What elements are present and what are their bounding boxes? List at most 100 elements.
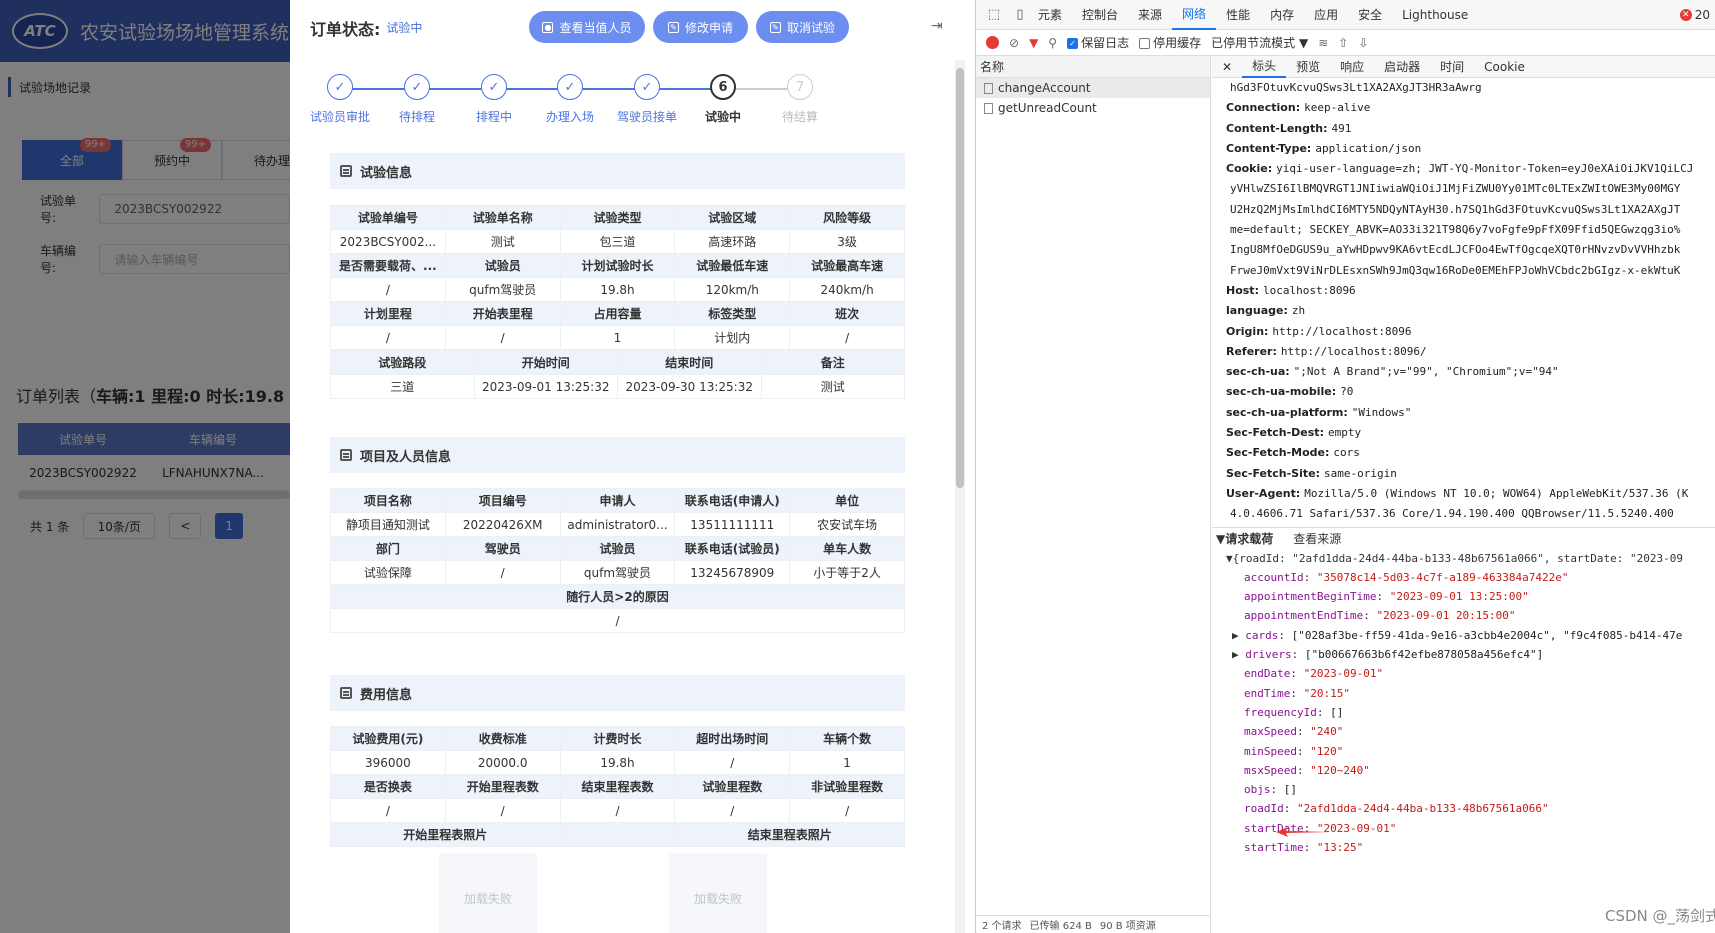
payload-root[interactable]: ▼{roadId: "2afd1dda-24d4-44ba-b133-48b67… <box>1212 549 1715 568</box>
tab-application[interactable]: 应用 <box>1304 0 1348 30</box>
name-column-header[interactable]: 名称 <box>976 56 1210 78</box>
colon: : <box>1278 628 1292 642</box>
start-odometer-photo[interactable]: 加载失败 <box>439 853 537 933</box>
header-value: ";Not A Brand";v="99", "Chromium";v="94" <box>1293 365 1559 379</box>
payload-field: roadId: "2afd1dda-24d4-44ba-b133-48b6756… <box>1212 799 1715 818</box>
td: 3级 <box>789 229 905 254</box>
section-title: 试验信息 <box>360 165 413 181</box>
th: 标签类型 <box>674 301 791 326</box>
view-staff-button[interactable]: ● 查看当值人员 <box>529 11 645 43</box>
th: 是否换表 <box>330 774 446 799</box>
wifi-icon[interactable]: ≋ <box>1318 36 1328 50</box>
header-line: Content-Type: application/json <box>1226 139 1715 159</box>
tab-console[interactable]: 控制台 <box>1072 0 1128 30</box>
payload-key: frequencyId <box>1244 705 1317 719</box>
view-source-link[interactable]: 查看来源 <box>1293 530 1341 547</box>
th: 开始表里程 <box>444 301 561 326</box>
end-odometer-photo[interactable]: 加载失败 <box>669 853 767 933</box>
header-line: Cookie: yiqi-user-language=zh; JWT-YQ-Mon… <box>1226 159 1715 179</box>
colon: : <box>1290 667 1304 681</box>
td: 13245678909 <box>674 560 791 585</box>
payload-title[interactable]: ▼请求载荷 <box>1216 530 1273 547</box>
scroll-thumb[interactable] <box>956 68 964 488</box>
search-icon[interactable]: ⚲ <box>1048 36 1057 50</box>
modal-overlay[interactable] <box>0 0 290 933</box>
error-count: 20 <box>1694 7 1710 22</box>
disable-cache-checkbox[interactable]: 停用缓存 <box>1139 34 1201 51</box>
tab-lighthouse[interactable]: Lighthouse <box>1392 0 1478 30</box>
td: / <box>674 798 791 823</box>
td: / <box>444 325 561 350</box>
error-counter[interactable]: ✕ 20 <box>1679 7 1710 22</box>
tab-sources[interactable]: 来源 <box>1128 0 1172 30</box>
td: administrator0... <box>559 512 676 537</box>
filter-icon[interactable]: ▼ <box>1029 36 1038 50</box>
payload-field[interactable]: ▶ cards: ["028af3be-ff59-41da-9e16-a3cbb… <box>1212 626 1715 645</box>
step-label: 试验员审批 <box>309 110 370 124</box>
step-number: 7 <box>787 74 813 100</box>
preserve-log-checkbox[interactable]: ✓ 保留日志 <box>1067 34 1129 51</box>
payload-field: appointmentBeginTime: "2023-09-01 13:25:… <box>1212 587 1715 606</box>
device-toggle-icon[interactable]: ▯ <box>1012 7 1028 23</box>
th: 计费时长 <box>559 726 676 751</box>
tab-headers[interactable]: 标头 <box>1242 56 1287 78</box>
record-icon[interactable] <box>986 36 999 49</box>
tab-network[interactable]: 网络 <box>1172 0 1217 30</box>
step-label: 试验中 <box>704 110 741 124</box>
edit-icon: ✎ <box>667 21 679 33</box>
tab-preview[interactable]: 预览 <box>1286 58 1330 75</box>
expand-triangle-icon[interactable]: ▶ <box>1232 629 1245 642</box>
payload-field: endTime: "20:15" <box>1212 684 1715 703</box>
section-project-info: 项目及人员信息 <box>330 437 905 473</box>
td: / <box>444 798 561 823</box>
header-line: Origin: http://localhost:8096 <box>1226 322 1715 342</box>
tab-elements[interactable]: 元素 <box>1028 0 1072 30</box>
progress-steps: ✓ 试验员审批 ✓ 待排程 ✓ 排程中 ✓ 办理入场 ✓ 驾驶员接单 6 试验中 7 待结算 <box>310 74 902 134</box>
exit-icon[interactable]: ⇥ <box>931 18 943 34</box>
step-label: 待结算 <box>781 110 818 124</box>
header-line: yVHlwZSI6IlBMQVRGT1JNIiwiaWQiOiJ1MjFiZWU… <box>1226 179 1715 199</box>
tab-initiator[interactable]: 启动器 <box>1374 58 1430 75</box>
tab-security[interactable]: 安全 <box>1348 0 1392 30</box>
header-key: Sec-Fetch-Dest: <box>1226 426 1324 440</box>
header-key: Sec-Fetch-Site: <box>1226 466 1320 480</box>
cancel-test-button[interactable]: ✎ 取消试验 <box>756 11 849 43</box>
download-icon[interactable]: ⇩ <box>1358 36 1368 50</box>
throttle-select[interactable]: 已停用节流模式 ▼ <box>1211 34 1308 51</box>
payload-field[interactable]: ▶ drivers: ["b00667663b6f42efbe878058a45… <box>1212 645 1715 664</box>
th: 项目编号 <box>444 488 561 513</box>
tab-timing[interactable]: 时间 <box>1430 58 1474 75</box>
payload-value: ["b00667663b6f42efbe878058a456efc4"] <box>1304 648 1544 662</box>
request-item[interactable]: getUnreadCount <box>976 98 1210 118</box>
header-line: Sec-Fetch-Dest: empty <box>1226 423 1715 443</box>
clear-icon[interactable]: ⊘ <box>1009 36 1019 50</box>
colon: : <box>1290 686 1304 700</box>
inspect-icon[interactable]: ⬚ <box>986 7 1002 23</box>
checkbox-empty-icon <box>1139 38 1151 49</box>
close-icon[interactable]: ✕ <box>1212 60 1242 74</box>
step-label: 排程中 <box>475 110 512 124</box>
devtools-tabbar: ⬚ ▯ 元素 控制台 来源 网络 性能 内存 应用 安全 Lighthouse … <box>976 0 1715 30</box>
td: 240km/h <box>789 277 905 302</box>
upload-icon[interactable]: ⇧ <box>1338 36 1348 50</box>
tab-performance[interactable]: 性能 <box>1216 0 1260 30</box>
payload-value: "20:15" <box>1303 686 1350 700</box>
payload-field: msxSpeed: "120~240" <box>1212 761 1715 780</box>
payload-key: msxSpeed <box>1244 763 1297 777</box>
tab-memory[interactable]: 内存 <box>1260 0 1304 30</box>
document-icon <box>340 449 352 461</box>
view-staff-label: 查看当值人员 <box>559 20 632 35</box>
modify-request-button[interactable]: ✎ 修改申请 <box>653 11 748 43</box>
tab-response[interactable]: 响应 <box>1330 58 1374 75</box>
payload-header: ▼请求载荷 查看来源 <box>1212 526 1715 549</box>
drawer-scrollbar[interactable] <box>955 60 965 933</box>
payload-field: endDate: "2023-09-01" <box>1212 664 1715 683</box>
devtools-panel: ⬚ ▯ 元素 控制台 来源 网络 性能 内存 应用 安全 Lighthouse … <box>975 0 1715 933</box>
header-line: U2HzQ2MjMsImlhdCI6MTY5NDQyNTAyH30.h7SQ1h… <box>1226 200 1715 220</box>
request-item[interactable]: changeAccount <box>976 78 1210 98</box>
order-status: 试验中 <box>386 21 423 35</box>
th: 随行人员>2的原因 <box>330 584 905 609</box>
expand-triangle-icon[interactable]: ▶ <box>1232 648 1245 661</box>
header-value: U2HzQ2MjMsImlhdCI6MTY5NDQyNTAyH30.h7SQ1h… <box>1230 202 1681 216</box>
tab-cookie[interactable]: Cookie <box>1474 60 1535 74</box>
